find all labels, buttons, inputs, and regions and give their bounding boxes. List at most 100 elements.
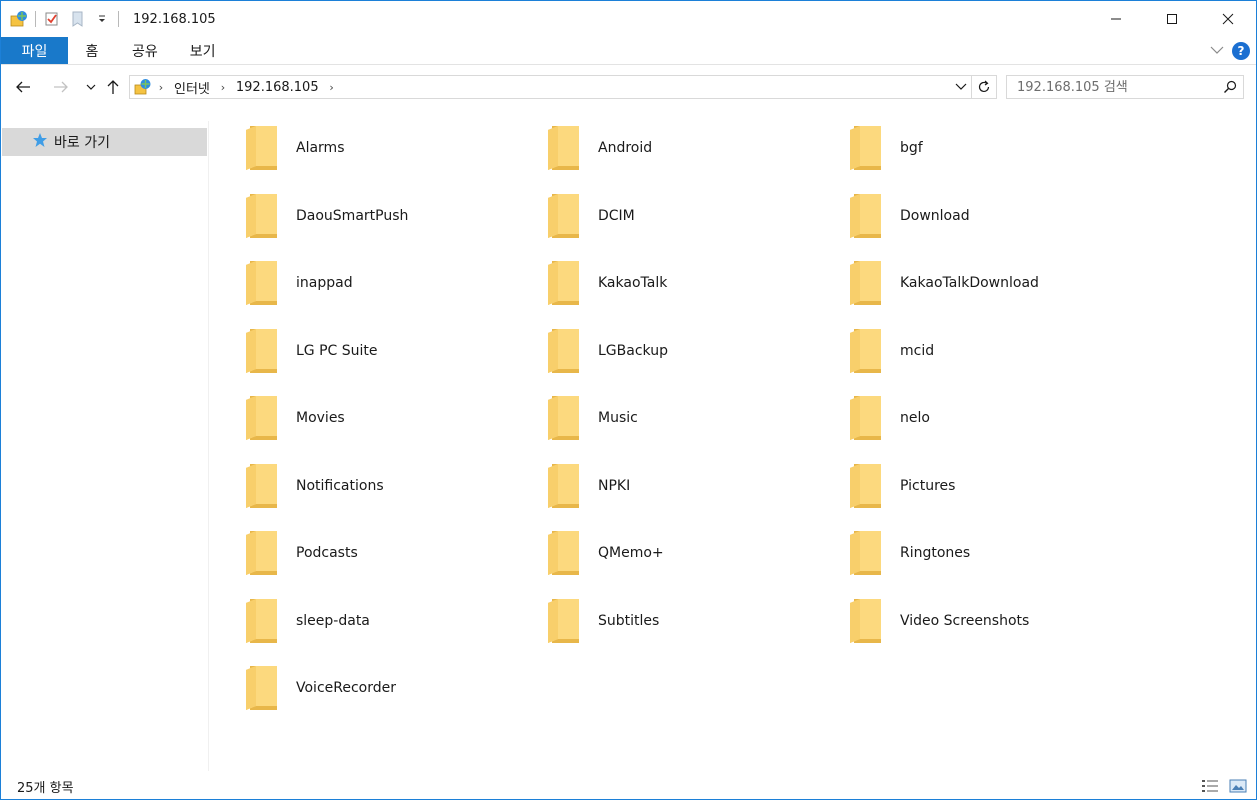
network-location-icon [132,76,154,98]
folder-name: mcid [900,342,935,359]
refresh-icon [978,80,990,93]
folder-item[interactable]: LGBackup [512,320,802,382]
ribbon-right-controls: ? [1210,37,1250,65]
search-icon[interactable] [1217,76,1243,98]
tab-file[interactable]: 파일 [1,37,68,64]
folder-item[interactable]: Movies [210,387,500,449]
navigation-bar: › 인터넷 › 192.168.105 › [1,67,1256,107]
folder-item[interactable]: Pictures [814,455,1104,517]
chevron-down-icon [955,83,967,90]
folder-item[interactable]: Android [512,117,802,179]
folder-name: QMemo+ [598,545,664,561]
item-count: 25개 항목 [17,780,74,796]
folder-icon [544,460,584,512]
breadcrumb-internet[interactable]: 인터넷 [168,78,216,97]
folder-item[interactable]: inappad [210,252,500,314]
folder-name: nelo [900,410,930,426]
folder-item[interactable]: Notifications [210,455,500,517]
folder-icon [846,190,886,242]
folder-name: Pictures [900,477,956,494]
folder-item[interactable]: Download [814,185,1104,247]
properties-icon[interactable] [42,9,62,29]
details-view-button[interactable] [1200,776,1220,796]
folder-name: Android [598,140,653,156]
large-icons-view-button[interactable] [1228,776,1248,796]
folder-icon [846,257,886,309]
search-box[interactable] [1006,75,1244,99]
folder-icon [544,122,584,174]
folder-name: Video Screenshots [900,612,1030,629]
file-list: Alarms Android bgf DaouSmartPush DCIM Downloa… [210,111,1250,771]
chevron-down-icon [86,84,96,90]
help-icon[interactable]: ? [1232,42,1250,60]
close-button[interactable] [1200,1,1256,37]
folder-item[interactable]: Podcasts [210,522,500,584]
folder-name: Movies [296,410,345,426]
folder-name: LGBackup [598,342,668,359]
folder-icon [544,527,584,579]
folder-item[interactable]: Alarms [210,117,500,179]
address-bar[interactable]: › 인터넷 › 192.168.105 › [129,75,997,99]
folder-icon [242,392,282,444]
expand-ribbon-chevron-icon[interactable] [1210,43,1224,59]
sidebar-item-quick-access[interactable]: 바로 가기 [2,128,207,156]
folder-icon [846,460,886,512]
back-button[interactable] [11,75,35,99]
folder-icon [846,595,886,647]
breadcrumb-separator-icon[interactable]: › [216,81,230,94]
close-icon [1222,13,1234,25]
tab-view[interactable]: 보기 [174,37,232,64]
folder-item[interactable]: KakaoTalkDownload [814,252,1104,314]
folder-item[interactable]: LG PC Suite [210,320,500,382]
folder-icon [242,325,282,377]
folder-item[interactable]: bgf [814,117,1104,179]
network-drive-icon[interactable] [9,9,29,29]
folder-icon [242,662,282,714]
tab-home[interactable]: 홈 [68,37,116,64]
folder-item[interactable]: mcid [814,320,1104,382]
folder-item[interactable]: Subtitles [512,590,802,652]
folder-item[interactable]: sleep-data [210,590,500,652]
folder-icon [242,460,282,512]
folder-item[interactable]: Video Screenshots [814,590,1104,652]
up-button[interactable] [101,75,125,99]
forward-button[interactable] [49,75,73,99]
details-view-icon [1202,780,1218,792]
breadcrumb-separator-icon[interactable]: › [325,81,339,94]
folder-name: Music [598,410,638,426]
folder-item[interactable]: DCIM [512,185,802,247]
breadcrumb-separator-icon[interactable]: › [154,81,168,94]
tab-share[interactable]: 공유 [116,37,174,64]
new-folder-icon[interactable] [68,9,88,29]
toolbar-divider [35,11,36,27]
folder-item[interactable]: VoiceRecorder [210,657,500,719]
folder-icon [846,527,886,579]
folder-item[interactable]: QMemo+ [512,522,802,584]
search-input[interactable] [1007,76,1217,98]
minimize-icon [1111,18,1121,20]
folder-item[interactable]: NPKI [512,455,802,517]
customize-toolbar-dropdown-icon[interactable] [92,9,112,29]
folder-item[interactable]: Ringtones [814,522,1104,584]
folder-icon [846,325,886,377]
folder-item[interactable]: KakaoTalk [512,252,802,314]
address-history-dropdown[interactable] [951,76,971,98]
window-controls [1088,1,1256,37]
minimize-button[interactable] [1088,1,1144,37]
back-arrow-icon [16,81,30,93]
folder-icon [242,190,282,242]
folder-item[interactable]: nelo [814,387,1104,449]
recent-locations-button[interactable] [79,75,103,99]
folder-item[interactable]: DaouSmartPush [210,185,500,247]
folder-item[interactable]: Music [512,387,802,449]
maximize-button[interactable] [1144,1,1200,37]
folder-name: Alarms [296,140,345,156]
breadcrumb-current[interactable]: 192.168.105 [230,80,325,95]
folder-icon [846,392,886,444]
forward-arrow-icon [54,81,68,93]
folder-name: inappad [296,275,353,291]
refresh-button[interactable] [972,76,996,98]
maximize-icon [1167,14,1177,24]
folder-icon [242,257,282,309]
folder-icon [544,190,584,242]
